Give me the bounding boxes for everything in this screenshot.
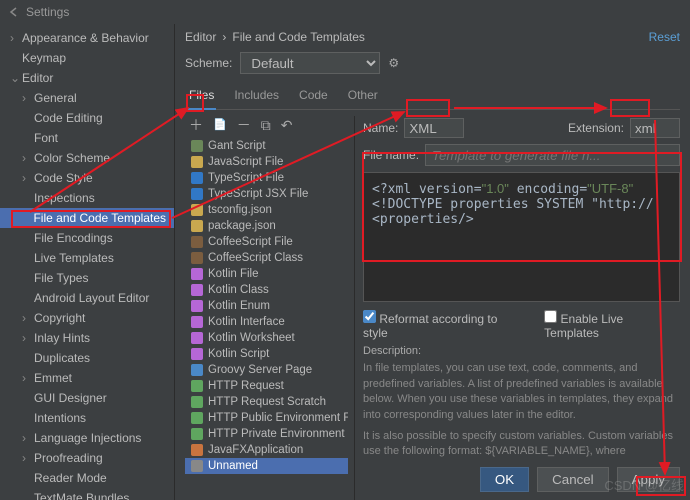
template-item[interactable]: TypeScript File bbox=[185, 170, 348, 186]
template-item[interactable]: Kotlin Class bbox=[185, 282, 348, 298]
tab-bar: Files Includes Code Other bbox=[185, 84, 680, 110]
template-item[interactable]: HTTP Request bbox=[185, 378, 348, 394]
crumb-page: File and Code Templates bbox=[232, 30, 365, 44]
sidebar-item[interactable]: Android Layout Editor bbox=[0, 288, 174, 308]
tab-code[interactable]: Code bbox=[297, 84, 330, 109]
template-editor[interactable]: <?xml version="1.0" encoding="UTF-8" <!D… bbox=[363, 172, 680, 302]
sidebar-item[interactable]: ›Emmet bbox=[0, 368, 174, 388]
breadcrumb: Editor › File and Code Templates Reset bbox=[185, 30, 680, 52]
sidebar-item[interactable]: ›Proofreading bbox=[0, 448, 174, 468]
sidebar-item[interactable]: ›General bbox=[0, 88, 174, 108]
sidebar-item[interactable]: TextMate Bundles bbox=[0, 488, 174, 500]
template-item[interactable]: TypeScript JSX File bbox=[185, 186, 348, 202]
template-item[interactable]: Kotlin Interface bbox=[185, 314, 348, 330]
add-file-icon[interactable]: 📄 bbox=[213, 120, 227, 131]
template-item[interactable]: HTTP Request Scratch bbox=[185, 394, 348, 410]
back-icon[interactable] bbox=[8, 6, 20, 18]
sidebar-item[interactable]: Intentions bbox=[0, 408, 174, 428]
remove-icon[interactable]: － bbox=[237, 118, 251, 132]
sidebar-item[interactable]: Reader Mode bbox=[0, 468, 174, 488]
crumb-editor[interactable]: Editor bbox=[185, 30, 216, 44]
reformat-checkbox[interactable]: Reformat according to style bbox=[363, 310, 524, 340]
template-item[interactable]: package.json bbox=[185, 218, 348, 234]
filename-label: File name: bbox=[363, 148, 419, 162]
template-item[interactable]: Groovy Server Page bbox=[185, 362, 348, 378]
sidebar-item[interactable]: ›Copyright bbox=[0, 308, 174, 328]
extension-input[interactable] bbox=[630, 118, 680, 138]
sidebar-item[interactable]: ›Inlay Hints bbox=[0, 328, 174, 348]
sidebar-item[interactable]: ⌄Editor bbox=[0, 68, 174, 88]
gear-icon[interactable]: ⚙ bbox=[388, 56, 399, 70]
template-item[interactable]: Unnamed bbox=[185, 458, 348, 474]
template-item[interactable]: Kotlin Enum bbox=[185, 298, 348, 314]
tab-other[interactable]: Other bbox=[346, 84, 380, 109]
sidebar-item[interactable]: Code Editing bbox=[0, 108, 174, 128]
sidebar-item[interactable]: Live Templates bbox=[0, 248, 174, 268]
settings-tree: ›Appearance & BehaviorKeymap⌄Editor›Gene… bbox=[0, 24, 175, 500]
scheme-select[interactable]: Default bbox=[240, 52, 380, 74]
sidebar-item[interactable]: File Encodings bbox=[0, 228, 174, 248]
name-label: Name: bbox=[363, 121, 398, 135]
template-item[interactable]: JavaFXApplication bbox=[185, 442, 348, 458]
filename-input[interactable] bbox=[425, 144, 680, 166]
sidebar-item[interactable]: ›Code Style bbox=[0, 168, 174, 188]
template-item[interactable]: CoffeeScript Class bbox=[185, 250, 348, 266]
sidebar-item[interactable]: ›Appearance & Behavior bbox=[0, 28, 174, 48]
description-panel: Description: In file templates, you can … bbox=[363, 344, 680, 459]
sidebar-item[interactable]: File Types bbox=[0, 268, 174, 288]
watermark: CSDN @亿线 bbox=[604, 475, 684, 494]
template-item[interactable]: CoffeeScript File bbox=[185, 234, 348, 250]
add-icon[interactable]: ＋ bbox=[189, 118, 203, 132]
window-title: Settings bbox=[26, 5, 69, 19]
template-item[interactable]: JavaScript File bbox=[185, 154, 348, 170]
template-item[interactable]: Kotlin File bbox=[185, 266, 348, 282]
live-template-checkbox[interactable]: Enable Live Templates bbox=[544, 310, 680, 340]
tab-includes[interactable]: Includes bbox=[232, 84, 281, 109]
sidebar-item[interactable]: ›Color Scheme bbox=[0, 148, 174, 168]
ok-button[interactable]: OK bbox=[480, 467, 529, 492]
template-item[interactable]: Kotlin Script bbox=[185, 346, 348, 362]
sidebar-item[interactable]: GUI Designer bbox=[0, 388, 174, 408]
sidebar-item[interactable]: Font bbox=[0, 128, 174, 148]
template-item[interactable]: Kotlin Worksheet bbox=[185, 330, 348, 346]
cancel-button[interactable]: Cancel bbox=[537, 467, 609, 492]
titlebar: Settings bbox=[0, 0, 690, 24]
sidebar-item[interactable]: ›Language Injections bbox=[0, 428, 174, 448]
sidebar-item[interactable]: File and Code Templates bbox=[0, 208, 174, 228]
name-input[interactable] bbox=[404, 118, 464, 138]
template-item[interactable]: HTTP Private Environment File bbox=[185, 426, 348, 442]
template-item[interactable]: tsconfig.json bbox=[185, 202, 348, 218]
revert-icon[interactable]: ↶ bbox=[281, 118, 293, 132]
sidebar-item[interactable]: Keymap bbox=[0, 48, 174, 68]
tab-files[interactable]: Files bbox=[187, 84, 216, 110]
copy-icon[interactable]: ⧉ bbox=[261, 118, 271, 132]
template-list[interactable]: Gant ScriptJavaScript FileTypeScript Fil… bbox=[185, 138, 348, 500]
sidebar-item[interactable]: Inspections bbox=[0, 188, 174, 208]
extension-label: Extension: bbox=[568, 121, 624, 135]
reset-link[interactable]: Reset bbox=[649, 30, 680, 44]
template-item[interactable]: Gant Script bbox=[185, 138, 348, 154]
sidebar-item[interactable]: Duplicates bbox=[0, 348, 174, 368]
scheme-label: Scheme: bbox=[185, 56, 232, 70]
chevron-right-icon: › bbox=[222, 30, 226, 44]
template-item[interactable]: HTTP Public Environment File bbox=[185, 410, 348, 426]
